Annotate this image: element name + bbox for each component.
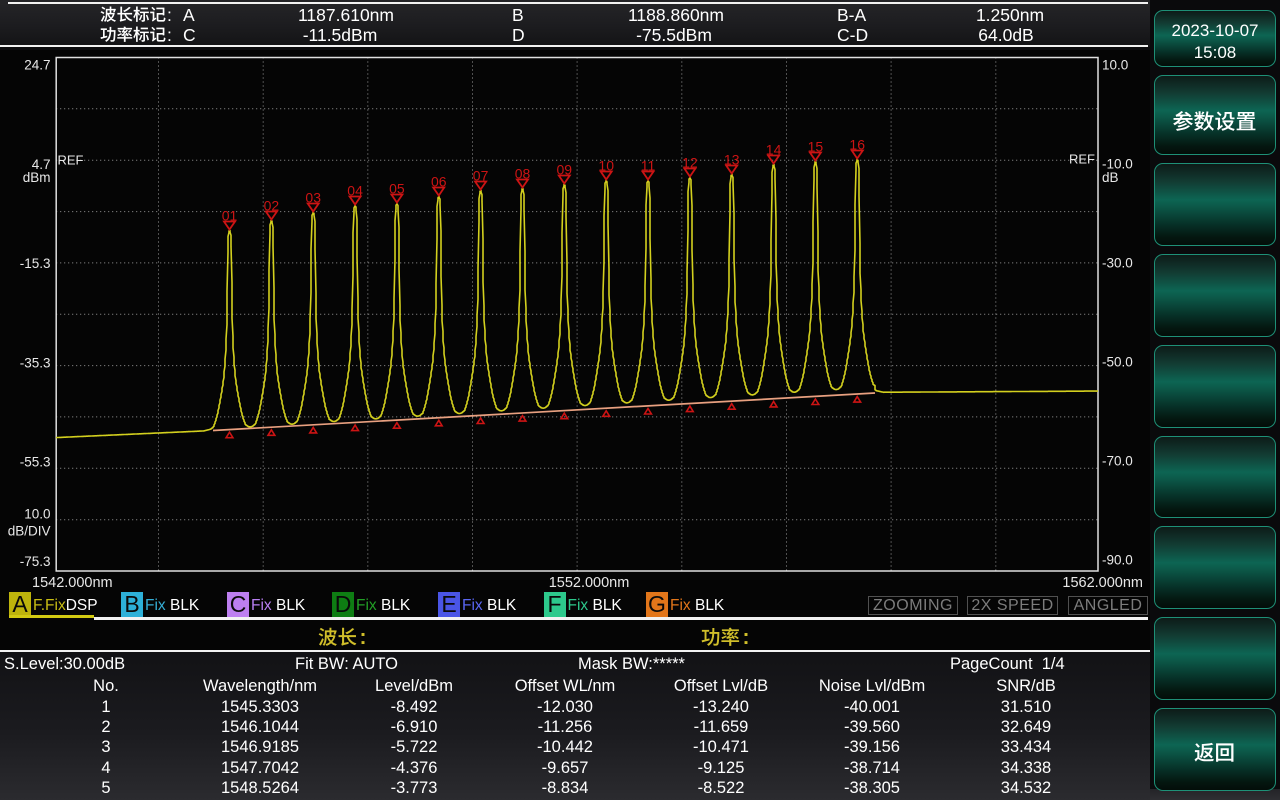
svg-text:14: 14 bbox=[766, 142, 782, 158]
svg-text:02: 02 bbox=[264, 198, 280, 214]
svg-text:10.0: 10.0 bbox=[1102, 58, 1128, 73]
svg-text:-90.0: -90.0 bbox=[1102, 553, 1133, 568]
svg-text:03: 03 bbox=[305, 190, 321, 206]
svg-text:07: 07 bbox=[473, 168, 489, 184]
svg-text:-75.3: -75.3 bbox=[20, 554, 51, 569]
svg-text:05: 05 bbox=[389, 181, 405, 197]
svg-text:09: 09 bbox=[557, 162, 573, 178]
svg-text:15: 15 bbox=[808, 139, 824, 155]
svg-text:24.7: 24.7 bbox=[24, 58, 50, 73]
svg-text:1542.000nm: 1542.000nm bbox=[32, 575, 113, 591]
svg-text:10: 10 bbox=[598, 158, 614, 174]
svg-text:1552.000nm: 1552.000nm bbox=[549, 575, 630, 591]
svg-text:1562.000nm: 1562.000nm bbox=[1062, 575, 1143, 591]
svg-text:dB/DIV: dB/DIV bbox=[8, 524, 51, 539]
svg-text:-30.0: -30.0 bbox=[1102, 256, 1133, 271]
svg-text:-35.3: -35.3 bbox=[20, 355, 51, 370]
svg-text:REF: REF bbox=[58, 153, 84, 168]
svg-text:12: 12 bbox=[682, 155, 698, 171]
svg-text:11: 11 bbox=[641, 158, 656, 174]
svg-text:dBm: dBm bbox=[23, 170, 51, 185]
svg-text:01: 01 bbox=[222, 208, 238, 224]
svg-text:04: 04 bbox=[347, 183, 363, 199]
svg-text:dB: dB bbox=[1102, 170, 1119, 185]
svg-text:REF: REF bbox=[1069, 152, 1095, 167]
svg-text:-50.0: -50.0 bbox=[1102, 355, 1133, 370]
svg-text:10.0: 10.0 bbox=[24, 507, 50, 522]
svg-text:-15.3: -15.3 bbox=[20, 256, 51, 271]
svg-text:16: 16 bbox=[849, 137, 865, 153]
svg-text:08: 08 bbox=[515, 166, 531, 182]
svg-text:13: 13 bbox=[724, 152, 740, 168]
svg-text:-70.0: -70.0 bbox=[1102, 454, 1133, 469]
svg-text:-55.3: -55.3 bbox=[20, 455, 51, 470]
svg-text:06: 06 bbox=[431, 174, 447, 190]
